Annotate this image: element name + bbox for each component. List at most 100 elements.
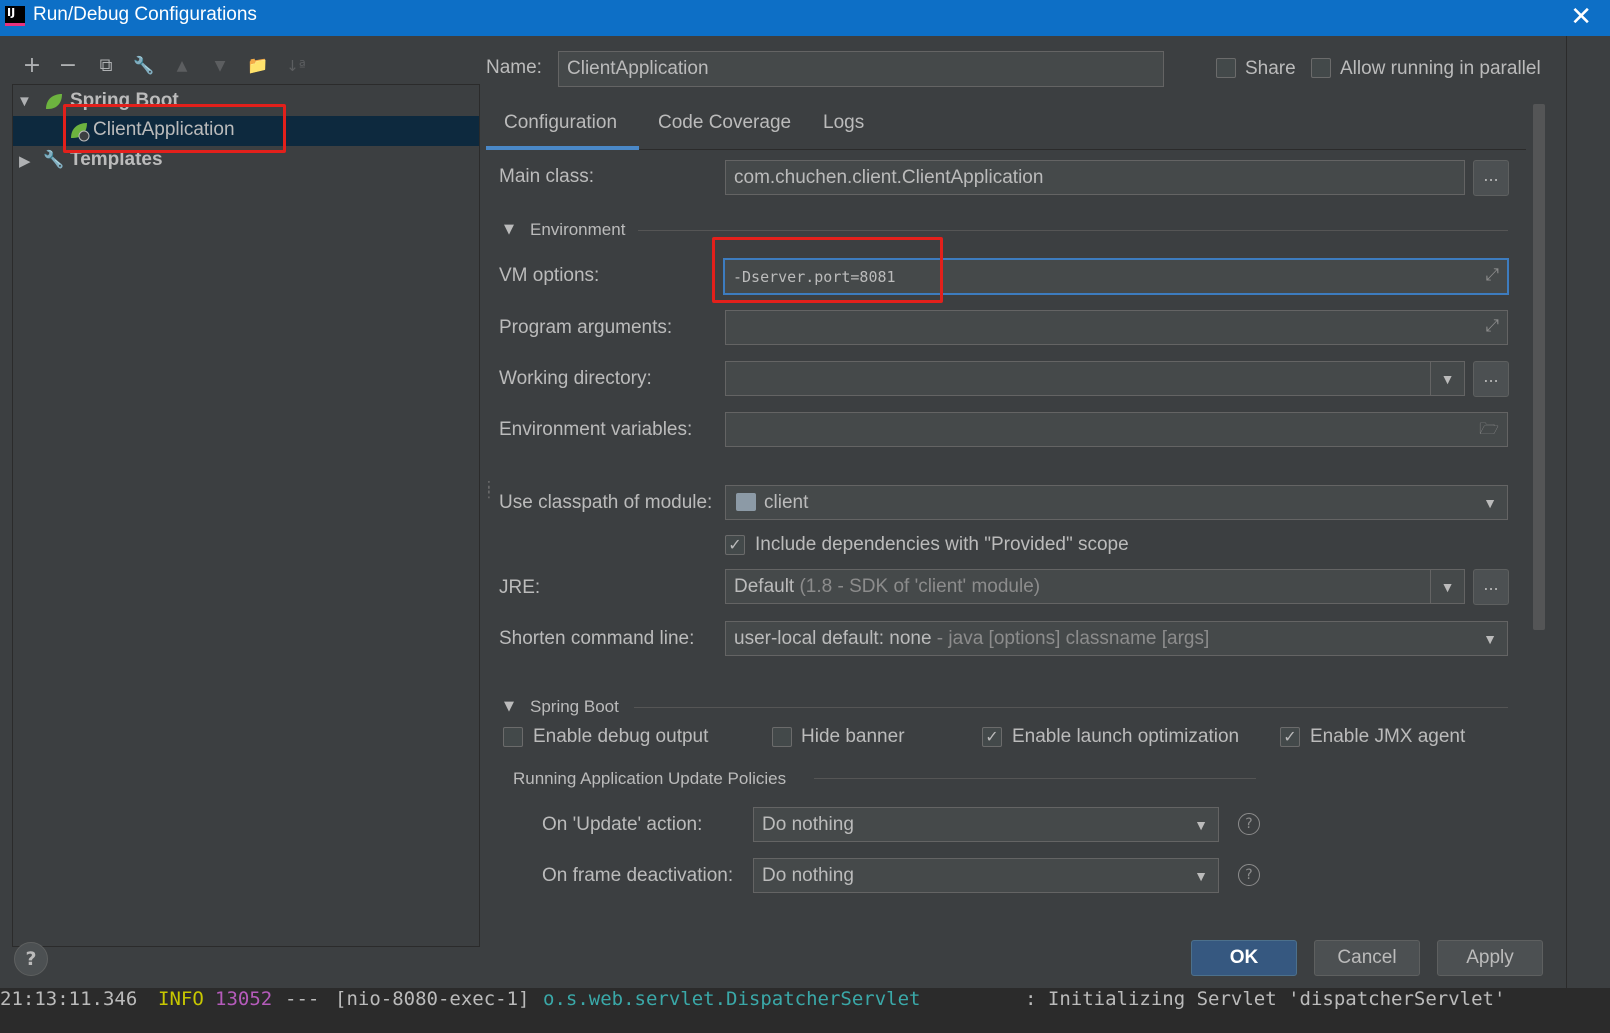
close-icon[interactable]: ✕ (1570, 2, 1592, 32)
classpath-value: client (764, 492, 809, 513)
tree-item-spring-boot[interactable]: ▼ Spring Boot (13, 87, 479, 117)
shorten-select[interactable]: user-local default: none - java [options… (725, 621, 1508, 656)
hide-banner-label: Hide banner (801, 726, 905, 747)
console-sep: --- (285, 988, 320, 1010)
classpath-label: Use classpath of module: (499, 492, 713, 513)
window-edge (1566, 36, 1610, 988)
launch-opt-checkbox[interactable]: ✓ (982, 727, 1002, 747)
environment-divider (638, 230, 1508, 231)
expand-icon[interactable]: ⤢ (1485, 316, 1499, 336)
console-thread: [nio-8080-exec-1] (335, 988, 530, 1010)
ok-button[interactable]: OK (1191, 940, 1297, 976)
browse-working-dir-button[interactable]: ... (1473, 361, 1509, 397)
jre-value: Default (734, 576, 795, 597)
debug-output-checkbox[interactable] (503, 727, 523, 747)
on-frame-label: On frame deactivation: (542, 865, 734, 886)
policies-divider (814, 778, 1256, 779)
splitter-handle[interactable]: ⋮ ⋮ (482, 480, 496, 500)
chevron-down-icon[interactable]: ▼ (1473, 486, 1507, 519)
main-class-input[interactable]: com.chuchen.client.ClientApplication (725, 160, 1465, 195)
tab-code-coverage[interactable]: Code Coverage (658, 112, 791, 134)
chevron-down-icon[interactable]: ▼ (1184, 808, 1218, 841)
env-vars-input[interactable]: 🗁 (725, 412, 1508, 447)
on-update-select[interactable]: Do nothing ▼ (753, 807, 1219, 842)
wrench-icon[interactable]: 🔧 (130, 52, 158, 80)
hide-banner-checkbox[interactable] (772, 727, 792, 747)
console-output: 21:13:11.346 INFO 13052 --- [nio-8080-ex… (0, 988, 1610, 1033)
tab-logs[interactable]: Logs (823, 112, 864, 134)
on-frame-value: Do nothing (762, 865, 854, 886)
help-button[interactable]: ? (14, 942, 48, 976)
vm-options-value: -Dserver.port=8081 (733, 268, 896, 286)
expanded-arrow-icon[interactable]: ▼ (17, 93, 32, 110)
jre-select[interactable]: Default (1.8 - SDK of 'client' module) ▼ (725, 569, 1465, 604)
allow-parallel-label: Allow running in parallel (1340, 58, 1541, 79)
title-bar: IJ Run/Debug Configurations ✕ (0, 0, 1610, 36)
jre-label: JRE: (499, 577, 541, 598)
spring-boot-divider (634, 707, 1508, 708)
move-down-icon[interactable]: ▼ (206, 52, 234, 80)
wrench-icon: 🔧 (43, 150, 65, 169)
vm-options-label: VM options: (499, 265, 600, 286)
intellij-icon: IJ (5, 6, 25, 26)
tree-label-client-application: ClientApplication (93, 119, 235, 140)
console-message: : Initializing Servlet 'dispatcherServle… (1025, 988, 1506, 1010)
jmx-agent-label: Enable JMX agent (1310, 726, 1466, 747)
jmx-agent-checkbox[interactable]: ✓ (1280, 727, 1300, 747)
browse-jre-button[interactable]: ... (1473, 569, 1509, 605)
tree-label-templates: Templates (70, 149, 163, 170)
tree-label-spring-boot: Spring Boot (70, 90, 179, 111)
apply-button[interactable]: Apply (1437, 940, 1543, 976)
shorten-label: Shorten command line: (499, 628, 695, 649)
move-up-icon[interactable]: ▲ (168, 52, 196, 80)
collapsed-arrow-icon[interactable]: ▶ (19, 152, 31, 170)
folder-icon[interactable]: 📁 (244, 52, 272, 80)
name-input[interactable]: ClientApplication (558, 51, 1164, 87)
environment-collapse-icon[interactable]: ▼ (504, 222, 514, 237)
include-deps-checkbox[interactable]: ✓ (725, 535, 745, 555)
tab-divider (486, 149, 1526, 150)
sort-icon[interactable]: ↓ª (282, 52, 310, 80)
remove-icon[interactable]: − (54, 52, 82, 80)
tab-configuration[interactable]: Configuration (504, 112, 617, 134)
classpath-select[interactable]: client ▼ (725, 485, 1508, 520)
spring-boot-section-title: Spring Boot (530, 697, 619, 716)
spring-boot-icon (46, 94, 62, 109)
chevron-down-icon[interactable]: ▼ (1430, 570, 1464, 603)
working-dir-input[interactable]: ▼ (725, 361, 1465, 396)
allow-parallel-checkbox[interactable] (1311, 58, 1331, 78)
help-icon[interactable]: ? (1238, 813, 1260, 835)
share-label: Share (1245, 58, 1296, 79)
help-icon[interactable]: ? (1238, 864, 1260, 886)
add-icon[interactable]: + (18, 52, 46, 80)
cancel-button[interactable]: Cancel (1314, 940, 1420, 976)
window-title: Run/Debug Configurations (33, 4, 257, 25)
debug-output-label: Enable debug output (533, 726, 709, 747)
launch-opt-label: Enable launch optimization (1012, 726, 1240, 747)
environment-section-title: Environment (530, 220, 626, 239)
name-label: Name: (486, 57, 542, 78)
main-class-label: Main class: (499, 166, 595, 187)
chevron-down-icon[interactable]: ▼ (1473, 622, 1507, 655)
expand-icon[interactable]: ⤢ (1485, 265, 1499, 285)
shorten-value: user-local default: none (734, 628, 932, 649)
chevron-down-icon[interactable]: ▼ (1184, 859, 1218, 892)
on-frame-select[interactable]: Do nothing ▼ (753, 858, 1219, 893)
browse-main-class-button[interactable]: ... (1473, 160, 1509, 196)
vm-options-input[interactable]: -Dserver.port=8081 ⤢ (723, 258, 1509, 295)
share-checkbox[interactable] (1216, 58, 1236, 78)
configuration-tree: ▼ Spring Boot ClientApplication ▶ 🔧 Temp… (12, 84, 480, 947)
tree-item-client-application[interactable]: ClientApplication (13, 116, 479, 146)
program-args-input[interactable]: ⤢ (725, 310, 1508, 345)
console-level: INFO (158, 988, 204, 1010)
copy-icon[interactable]: ⧉ (92, 52, 120, 80)
tree-item-templates[interactable]: ▶ 🔧 Templates (13, 146, 479, 176)
spring-boot-collapse-icon[interactable]: ▼ (504, 699, 514, 714)
console-logger: o.s.web.servlet.DispatcherServlet (543, 988, 921, 1010)
folder-open-icon[interactable]: 🗁 (1479, 418, 1499, 445)
vertical-scrollbar[interactable] (1533, 104, 1545, 630)
console-time: 21:13:11.346 (0, 988, 138, 1010)
console-pid: 13052 (215, 988, 273, 1010)
jre-detail: (1.8 - SDK of 'client' module) (799, 576, 1041, 597)
chevron-down-icon[interactable]: ▼ (1430, 362, 1464, 395)
